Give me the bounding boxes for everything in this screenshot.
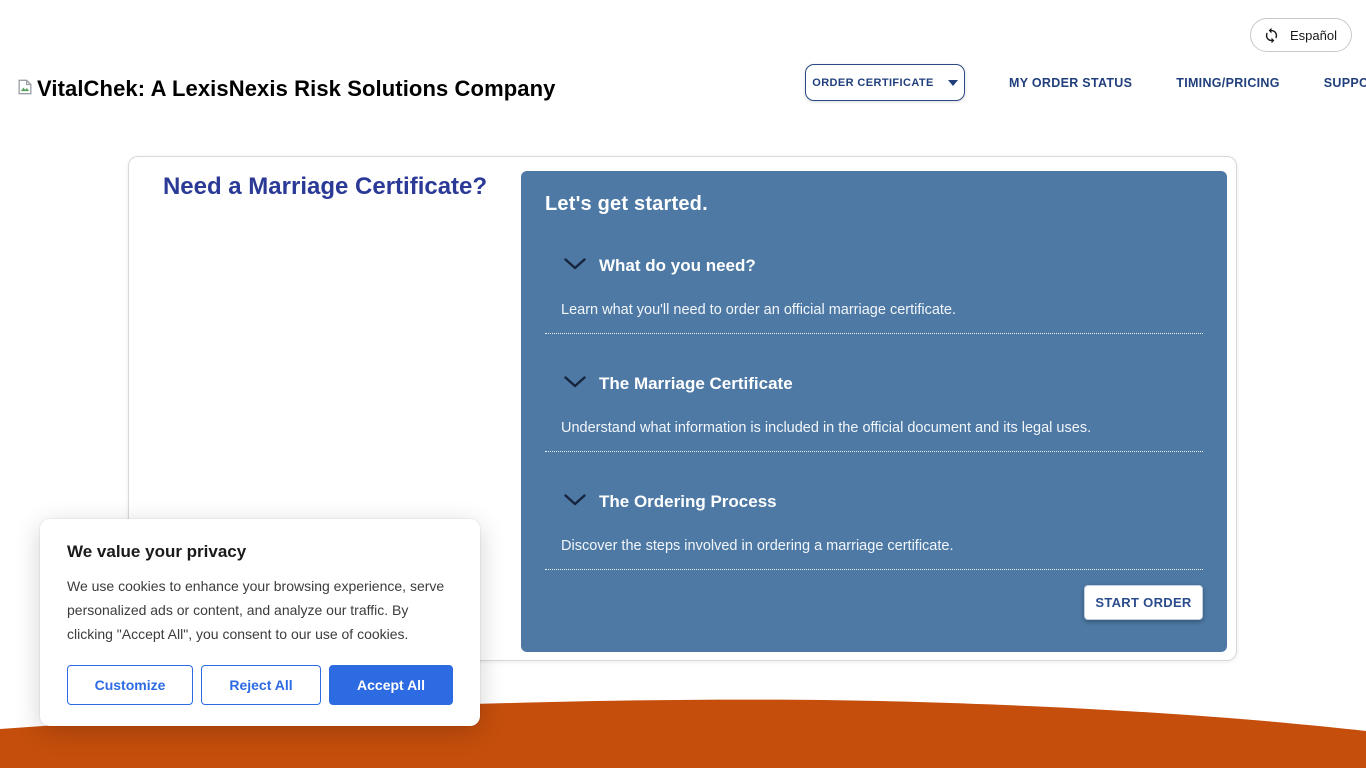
dotted-divider [545, 333, 1203, 334]
nav-link-my-order-status[interactable]: MY ORDER STATUS [1009, 76, 1132, 90]
start-order-button[interactable]: START ORDER [1084, 585, 1203, 620]
sync-refresh-icon [1263, 27, 1280, 44]
section-title: The Marriage Certificate [599, 374, 793, 394]
panel-title: Let's get started. [545, 193, 1203, 216]
site-logo[interactable]: VitalChek: A LexisNexis Risk Solutions C… [15, 76, 555, 102]
page-title: Need a Marriage Certificate? [129, 173, 521, 201]
chevron-down-icon [948, 80, 958, 86]
customize-button[interactable]: Customize [67, 665, 193, 705]
get-started-panel: Let's get started. What do you need? Lea… [521, 171, 1227, 652]
reject-all-button[interactable]: Reject All [201, 665, 321, 705]
section-description: Learn what you'll need to order an offic… [545, 302, 1203, 318]
cookie-consent-dialog: We value your privacy We use cookies to … [40, 519, 480, 726]
cookie-dialog-buttons: Customize Reject All Accept All [67, 665, 453, 705]
logo-alt-text: VitalChek: A LexisNexis Risk Solutions C… [37, 76, 555, 102]
nav-link-support[interactable]: SUPPORT [1324, 76, 1366, 90]
main-nav: ORDER CERTIFICATE MY ORDER STATUS TIMING… [805, 64, 1366, 101]
section-title: The Ordering Process [599, 492, 777, 512]
section-title: What do you need? [599, 256, 756, 276]
broken-image-icon [15, 77, 35, 102]
cookie-dialog-message: We use cookies to enhance your browsing … [67, 574, 453, 646]
section-description: Discover the steps involved in ordering … [545, 538, 1203, 554]
section-toggle-the-marriage-certificate[interactable]: The Marriage Certificate [545, 374, 1203, 394]
chevron-down-icon [564, 257, 586, 275]
order-certificate-label: ORDER CERTIFICATE [812, 77, 933, 89]
section-toggle-what-do-you-need[interactable]: What do you need? [545, 256, 1203, 276]
accept-all-button[interactable]: Accept All [329, 665, 453, 705]
section-the-marriage-certificate: The Marriage Certificate Understand what… [545, 374, 1203, 452]
cookie-dialog-title: We value your privacy [67, 542, 453, 562]
order-certificate-dropdown[interactable]: ORDER CERTIFICATE [805, 64, 965, 101]
dotted-divider [545, 451, 1203, 452]
section-description: Understand what information is included … [545, 420, 1203, 436]
chevron-down-icon [564, 493, 586, 511]
nav-link-timing-pricing[interactable]: TIMING/PRICING [1176, 76, 1280, 90]
chevron-down-icon [564, 375, 586, 393]
language-toggle-button[interactable]: Español [1250, 18, 1352, 52]
section-what-do-you-need: What do you need? Learn what you'll need… [545, 256, 1203, 334]
section-toggle-the-ordering-process[interactable]: The Ordering Process [545, 492, 1203, 512]
section-the-ordering-process: The Ordering Process Discover the steps … [545, 492, 1203, 570]
language-label: Español [1290, 28, 1337, 43]
dotted-divider [545, 569, 1203, 570]
